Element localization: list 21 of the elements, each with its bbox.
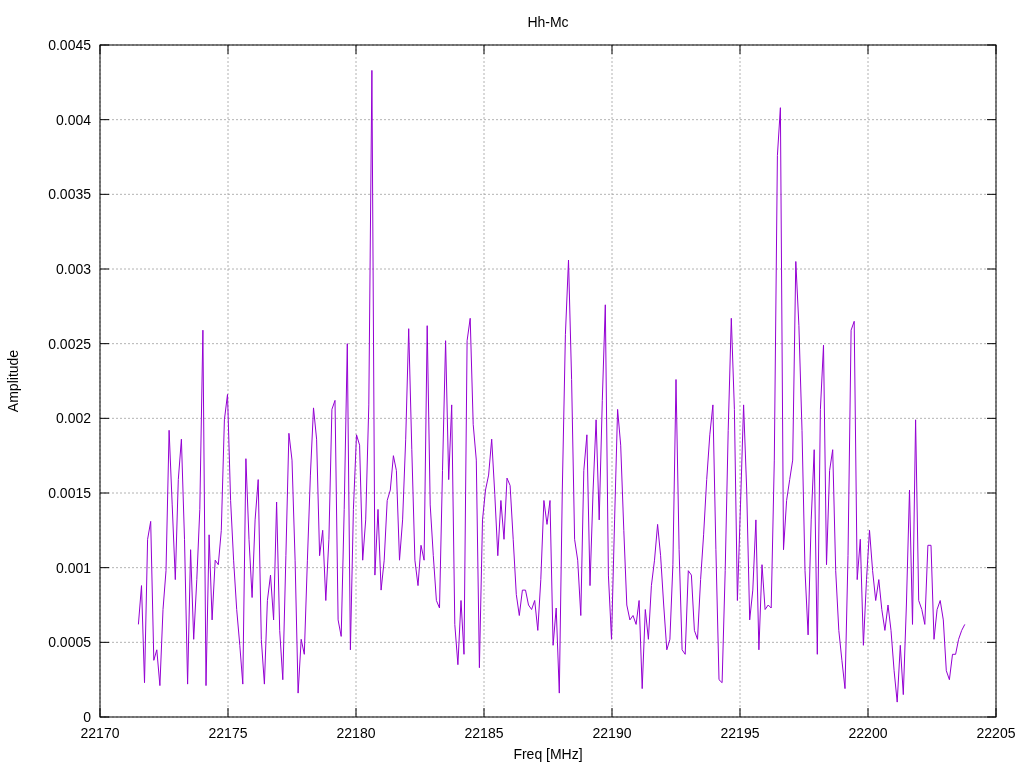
y-tick-label: 0.0015 <box>48 485 91 501</box>
y-tick-label: 0.004 <box>55 111 91 128</box>
x-tick-label: 22170 <box>80 725 120 741</box>
x-axis-title: Freq [MHz] <box>513 746 583 762</box>
x-tick-label: 22205 <box>976 725 1016 741</box>
y-tick-label: 0.003 <box>55 261 91 277</box>
x-tick-label: 22185 <box>464 725 504 741</box>
y-tick-label: 0.001 <box>55 559 91 576</box>
x-tick-label: 22195 <box>720 725 760 741</box>
y-tick-label: 0.0005 <box>48 634 91 651</box>
y-tick-label: 0 <box>83 709 91 725</box>
x-tick-label: 22190 <box>592 725 632 741</box>
y-tick-label: 0.002 <box>55 410 91 427</box>
y-axis-title: Amplitude <box>5 349 21 413</box>
x-tick-label: 22180 <box>336 725 376 741</box>
chart-title: Hh-Mc <box>527 14 569 30</box>
y-tick-label: 0.0045 <box>48 37 91 53</box>
x-tick-label: 22200 <box>848 725 888 741</box>
y-tick-label: 0.0025 <box>48 335 91 352</box>
y-tick-label: 0.0035 <box>48 186 91 203</box>
x-tick-label: 22175 <box>208 725 248 741</box>
